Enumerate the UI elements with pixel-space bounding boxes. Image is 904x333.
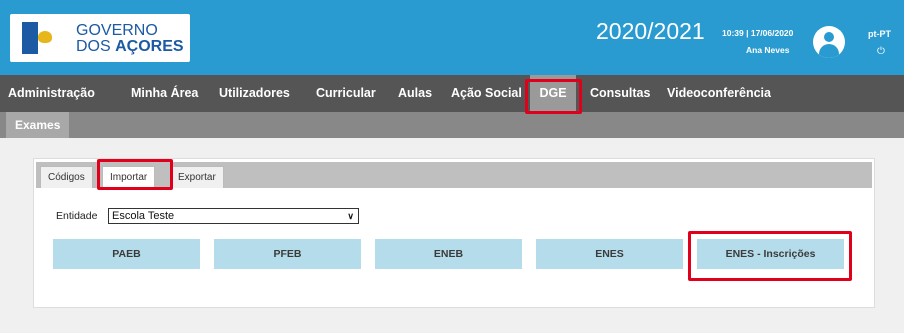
nav-item-acao-social[interactable]: Ação Social (451, 75, 522, 112)
tab-bar: Códigos Importar Exportar (36, 162, 872, 188)
nav-item-videoconferencia[interactable]: Videoconferência (667, 75, 771, 112)
nav-item-administracao[interactable]: Administração (8, 75, 95, 112)
nav-item-utilizadores[interactable]: Utilizadores (219, 75, 290, 112)
logo-line1: GOVERNO (76, 22, 158, 39)
nav-item-curricular[interactable]: Curricular (316, 75, 376, 112)
content-panel: Códigos Importar Exportar Entidade Escol… (33, 158, 875, 308)
tab-codigos[interactable]: Códigos (40, 166, 93, 188)
logo-text: GOVERNO DOS AÇORES (76, 23, 184, 55)
paeb-button[interactable]: PAEB (53, 239, 200, 269)
nav-item-consultas[interactable]: Consultas (590, 75, 650, 112)
main-nav: Administração Minha Área Utilizadores Cu… (0, 75, 904, 112)
sub-nav: Exames (0, 112, 904, 138)
enes-button[interactable]: ENES (536, 239, 683, 269)
pfeb-button[interactable]: PFEB (214, 239, 361, 269)
eneb-button[interactable]: ENEB (375, 239, 522, 269)
entidade-label: Entidade (56, 210, 98, 222)
entidade-select[interactable]: Escola Teste ∨ (108, 208, 359, 224)
tab-importar[interactable]: Importar (102, 166, 156, 188)
entidade-select-value: Escola Teste (112, 210, 175, 222)
chevron-down-icon: ∨ (347, 211, 354, 221)
nav-item-minha-area[interactable]: Minha Área (131, 75, 198, 112)
power-icon[interactable]: ⏻ (877, 46, 885, 57)
acores-flag-icon (22, 22, 66, 54)
language-selector[interactable]: pt-PT (868, 29, 891, 39)
user-avatar-icon[interactable] (813, 26, 845, 58)
governo-acores-logo[interactable]: GOVERNO DOS AÇORES (10, 14, 190, 62)
logo-line2: DOS AÇORES (76, 38, 184, 55)
date-time: 10:39 | 17/06/2020 (722, 28, 794, 38)
school-year: 2020/2021 (596, 18, 705, 44)
enes-inscricoes-button[interactable]: ENES - Inscrições (697, 239, 844, 269)
nav-item-dge[interactable]: DGE (530, 75, 576, 112)
tab-exportar[interactable]: Exportar (170, 166, 224, 188)
subnav-item-exames[interactable]: Exames (6, 112, 70, 138)
user-name: Ana Neves (746, 45, 790, 55)
nav-item-aulas[interactable]: Aulas (398, 75, 432, 112)
app-header: GOVERNO DOS AÇORES 2020/2021 10:39 | 17/… (0, 0, 904, 75)
